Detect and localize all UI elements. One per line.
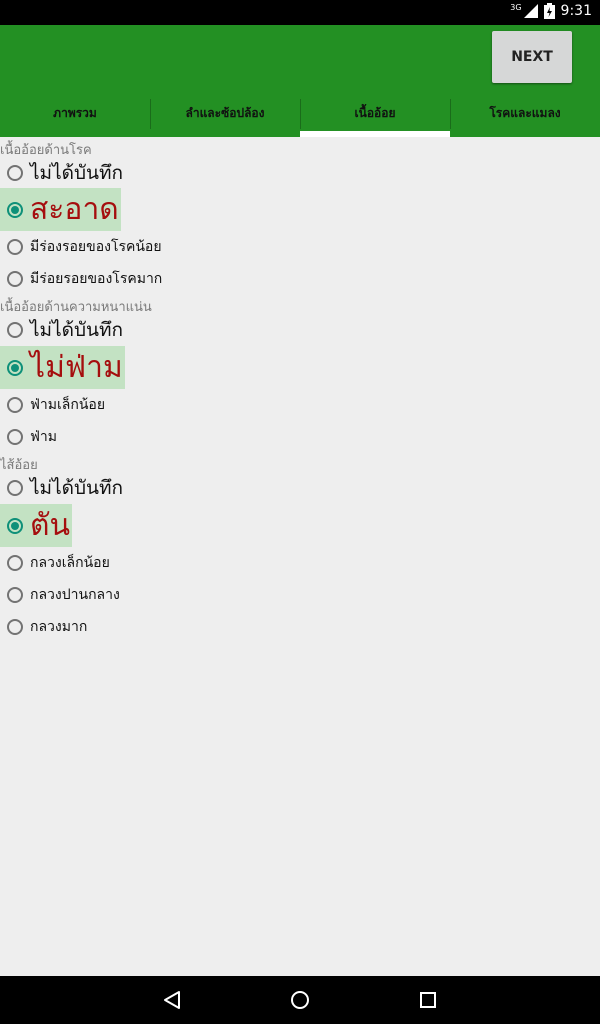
tab-label: โรคและแมลง — [489, 105, 561, 120]
radio-button[interactable] — [7, 271, 23, 287]
option-label: กลวงปานกลาง — [30, 587, 120, 603]
status-bar: 3G 9:31 — [0, 0, 600, 25]
radio-option[interactable]: ฟ่าม — [0, 425, 57, 449]
tab-label: เนื้ออ้อย — [354, 105, 396, 120]
option-label: ไม่ได้บันทึก — [30, 319, 124, 341]
option-label: ฟ่ามเล็กน้อย — [30, 397, 106, 413]
home-icon[interactable] — [288, 988, 312, 1012]
option-label: ตัน — [30, 508, 70, 543]
radio-option[interactable]: มีร่อยรอยของโรคมาก — [0, 267, 162, 291]
radio-option[interactable]: ไม่ได้บันทึก — [0, 160, 123, 186]
radio-option[interactable]: ฟ่ามเล็กน้อย — [0, 393, 105, 417]
radio-option[interactable]: มีร่องรอยของโรคน้อย — [0, 235, 162, 259]
radio-button[interactable] — [7, 619, 23, 635]
tab-overview[interactable]: ภาพรวม — [0, 93, 150, 137]
section-label-pith: ไส้อ้อย — [0, 458, 38, 473]
radio-option[interactable]: กลวงเล็กน้อย — [0, 551, 110, 575]
option-label: มีร่องรอยของโรคน้อย — [30, 239, 162, 255]
radio-option[interactable]: ไม่ได้บันทึก — [0, 475, 123, 501]
tab-label: ลำและซ้อปล้อง — [185, 105, 265, 120]
radio-button-checked[interactable] — [7, 201, 23, 218]
option-label: มีร่อยรอยของโรคมาก — [30, 271, 163, 287]
radio-button[interactable] — [7, 165, 23, 181]
radio-option[interactable]: ไม่ได้บันทึก — [0, 317, 123, 343]
radio-option-selected[interactable]: ตัน — [0, 504, 72, 547]
radio-button[interactable] — [7, 429, 23, 445]
radio-option[interactable]: กลวงปานกลาง — [0, 583, 120, 607]
option-label: สะอาด — [30, 192, 119, 227]
signal-icon — [523, 4, 538, 18]
recent-apps-icon[interactable] — [416, 988, 440, 1012]
radio-button[interactable] — [7, 555, 23, 571]
option-label: กลวงมาก — [30, 619, 88, 635]
option-label: ฟ่าม — [30, 429, 58, 445]
option-label: ไม่ได้บันทึก — [30, 477, 124, 499]
tab-stalk-internode[interactable]: ลำและซ้อปล้อง — [150, 93, 300, 137]
radio-button[interactable] — [7, 239, 23, 255]
section-label-disease: เนื้ออ้อยด้านโรค — [0, 143, 92, 158]
clock: 9:31 — [560, 3, 592, 19]
radio-option-selected[interactable]: ไม่ฟ่าม — [0, 346, 125, 389]
tab-label: ภาพรวม — [53, 105, 97, 120]
battery-charging-icon — [543, 3, 555, 19]
network-type-label: 3G — [510, 2, 522, 12]
tab-bar: ภาพรวม ลำและซ้อปล้อง เนื้ออ้อย โรคและแมล… — [0, 93, 600, 137]
radio-button[interactable] — [7, 322, 23, 338]
option-label: ไม่ฟ่าม — [30, 350, 123, 385]
option-label: กลวงเล็กน้อย — [30, 555, 110, 571]
radio-button[interactable] — [7, 480, 23, 496]
next-button[interactable]: NEXT — [492, 31, 572, 83]
radio-button-checked[interactable] — [7, 359, 23, 376]
radio-option-selected[interactable]: สะอาด — [0, 188, 121, 231]
option-label: ไม่ได้บันทึก — [30, 162, 124, 184]
section-label-density: เนื้ออ้อยด้านความหนาแน่น — [0, 300, 152, 315]
radio-button-checked[interactable] — [7, 517, 23, 534]
tab-cane-flesh[interactable]: เนื้ออ้อย — [300, 93, 450, 137]
radio-button[interactable] — [7, 397, 23, 413]
navigation-bar — [0, 976, 600, 1024]
radio-button[interactable] — [7, 587, 23, 603]
radio-option[interactable]: กลวงมาก — [0, 615, 87, 639]
back-icon[interactable] — [160, 988, 184, 1012]
app-bar: NEXT ภาพรวม ลำและซ้อปล้อง เนื้ออ้อย โรคแ… — [0, 25, 600, 137]
tab-disease-insects[interactable]: โรคและแมลง — [450, 93, 600, 137]
